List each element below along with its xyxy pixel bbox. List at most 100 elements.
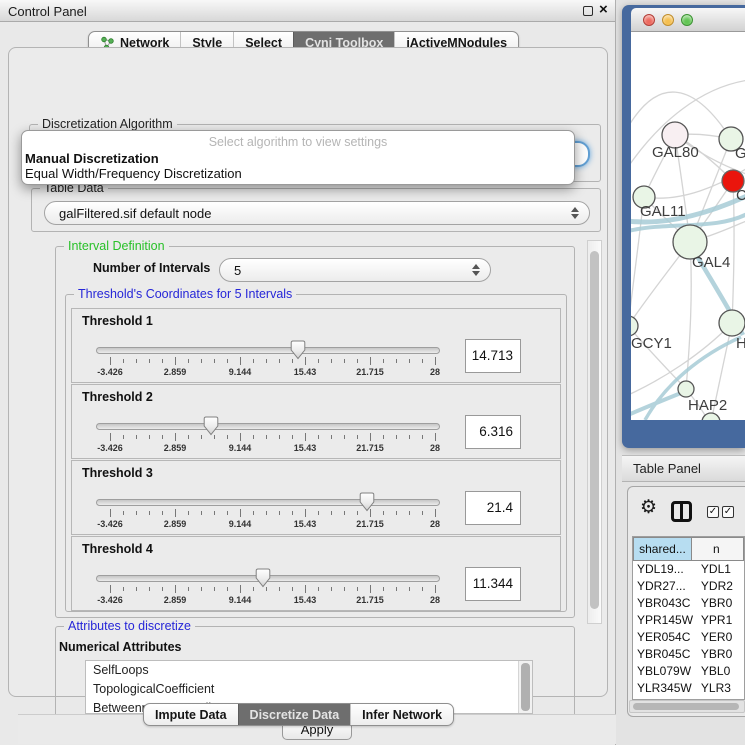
slider-tick: [214, 511, 215, 515]
scrollbar-thumb[interactable]: [633, 703, 739, 710]
threshold-value-field[interactable]: 11.344: [465, 567, 521, 601]
network-node-hap2[interactable]: [678, 381, 694, 397]
slider-tick: [188, 511, 189, 515]
slider-tick: [357, 435, 358, 439]
list-item[interactable]: TopologicalCoefficient: [86, 680, 532, 699]
table-row[interactable]: YBR045C YBR0: [633, 646, 744, 663]
slider-tick: [201, 359, 202, 363]
slider-tick: [266, 511, 267, 515]
slider-tick: [227, 359, 228, 363]
scrollbar-thumb[interactable]: [590, 251, 599, 609]
combobox-spinner-icon: [571, 207, 579, 219]
slider-tick: [318, 359, 319, 363]
slider-tick-label: 9.144: [229, 519, 252, 529]
gear-icon[interactable]: ⚙: [640, 498, 657, 517]
cell-name[interactable]: YDR2: [694, 578, 744, 595]
slider-tick: [149, 359, 150, 363]
cell-name[interactable]: YPR1: [694, 612, 744, 629]
slider-handle[interactable]: [290, 340, 306, 360]
checkbox-icon[interactable]: ✓: [707, 506, 719, 518]
settings-vertical-scrollbar[interactable]: [587, 240, 602, 624]
table-data-combobox[interactable]: galFiltered.sif default node: [44, 201, 590, 225]
table-row[interactable]: YER054C YER0: [633, 629, 744, 646]
columns-icon[interactable]: [671, 501, 692, 522]
slider-tick: [188, 435, 189, 439]
slider-tick: [305, 509, 306, 517]
scrollbar-thumb[interactable]: [521, 663, 530, 711]
float-window-icon[interactable]: [583, 6, 593, 16]
cell-name[interactable]: YDL1: [694, 561, 744, 578]
cell-name[interactable]: YBR0: [694, 646, 744, 663]
tab-discretize-data[interactable]: Discretize Data: [238, 704, 351, 725]
network-window-titlebar[interactable]: [631, 8, 745, 32]
slider-tick: [188, 587, 189, 591]
cell-shared-name[interactable]: YDR27...: [633, 578, 694, 595]
popup-item-equal-width-frequency[interactable]: Equal Width/Frequency Discretization: [25, 166, 242, 181]
slider-tick: [240, 509, 241, 517]
checkbox-icon[interactable]: ✓: [722, 506, 734, 518]
slider-tick: [331, 359, 332, 363]
network-node-gcy1[interactable]: [631, 316, 638, 336]
slider-handle[interactable]: [359, 492, 375, 512]
cell-shared-name[interactable]: YPR145W: [633, 612, 694, 629]
tab-label: Infer Network: [362, 708, 442, 722]
slider-tick: [123, 359, 124, 363]
slider-handle[interactable]: [255, 568, 271, 588]
tab-impute-data[interactable]: Impute Data: [144, 704, 238, 725]
cell-shared-name[interactable]: YER054C: [633, 629, 694, 646]
close-icon[interactable]: ×: [599, 1, 608, 18]
slider-tick: [383, 511, 384, 515]
slider-tick: [422, 587, 423, 591]
threshold-value-field[interactable]: 21.4: [465, 491, 521, 525]
slider-tick-label: 15.43: [294, 443, 317, 453]
zoom-traffic-light-icon[interactable]: [681, 14, 693, 26]
table-row[interactable]: YLR345W YLR3: [633, 680, 744, 697]
table-data-group: Table Data galFiltered.sif default node: [31, 188, 601, 232]
cell-shared-name[interactable]: YDL19...: [633, 561, 694, 578]
slider-tick: [227, 587, 228, 591]
table-row[interactable]: YBL079W YBL0: [633, 663, 744, 680]
node-label: C: [736, 187, 745, 204]
table-row[interactable]: YDL19... YDL1: [633, 561, 744, 578]
algorithm-dropdown-popup: Select algorithm to view settings Manual…: [21, 130, 575, 185]
cell-name[interactable]: YLR3: [694, 680, 744, 697]
table-horizontal-scrollbar[interactable]: [629, 700, 745, 713]
num-intervals-combobox[interactable]: 5: [219, 258, 491, 282]
slider-tick: [149, 511, 150, 515]
cell-shared-name[interactable]: YBR043C: [633, 595, 694, 612]
minimize-traffic-light-icon[interactable]: [662, 14, 674, 26]
network-node-h[interactable]: [719, 310, 745, 336]
table-row[interactable]: YPR145W YPR1: [633, 612, 744, 629]
slider-handle[interactable]: [203, 416, 219, 436]
table-row[interactable]: YBR043C YBR0: [633, 595, 744, 612]
cell-shared-name[interactable]: YLR345W: [633, 680, 694, 697]
table-header: shared... n: [633, 537, 744, 561]
network-canvas[interactable]: GAL80 G C GAL11 GAL4 GCY1 H HAP2: [631, 32, 745, 420]
list-item[interactable]: SelfLoops: [86, 661, 532, 680]
slider-tick: [396, 359, 397, 363]
slider-tick: [214, 359, 215, 363]
slider-tick: [175, 357, 176, 365]
threshold-value-field[interactable]: 14.713: [465, 339, 521, 373]
threshold-list: Threshold 1 -3.4262.8599.14415.4321.7152…: [71, 308, 561, 612]
tab-infer-network[interactable]: Infer Network: [350, 704, 453, 725]
column-header-name[interactable]: n: [692, 537, 744, 561]
list-scrollbar[interactable]: [518, 661, 532, 713]
popup-item-manual-discretization[interactable]: Manual Discretization: [25, 151, 159, 166]
cell-shared-name[interactable]: YBR045C: [633, 646, 694, 663]
cell-shared-name[interactable]: YBL079W: [633, 663, 694, 680]
cell-name[interactable]: YBR0: [694, 595, 744, 612]
slider-tick: [396, 511, 397, 515]
node-label: HAP2: [688, 397, 727, 414]
table-row[interactable]: YDR27... YDR2: [633, 578, 744, 595]
close-traffic-light-icon[interactable]: [643, 14, 655, 26]
cell-name[interactable]: YER0: [694, 629, 744, 646]
slider-tick: [149, 587, 150, 591]
combobox-value: 5: [234, 263, 241, 278]
tab-label: Discretize Data: [250, 708, 340, 722]
slider-tick: [344, 511, 345, 515]
column-header-shared-name[interactable]: shared...: [633, 537, 692, 561]
cell-name[interactable]: YBL0: [694, 663, 744, 680]
slider-tick-label: 15.43: [294, 595, 317, 605]
threshold-value-field[interactable]: 6.316: [465, 415, 521, 449]
